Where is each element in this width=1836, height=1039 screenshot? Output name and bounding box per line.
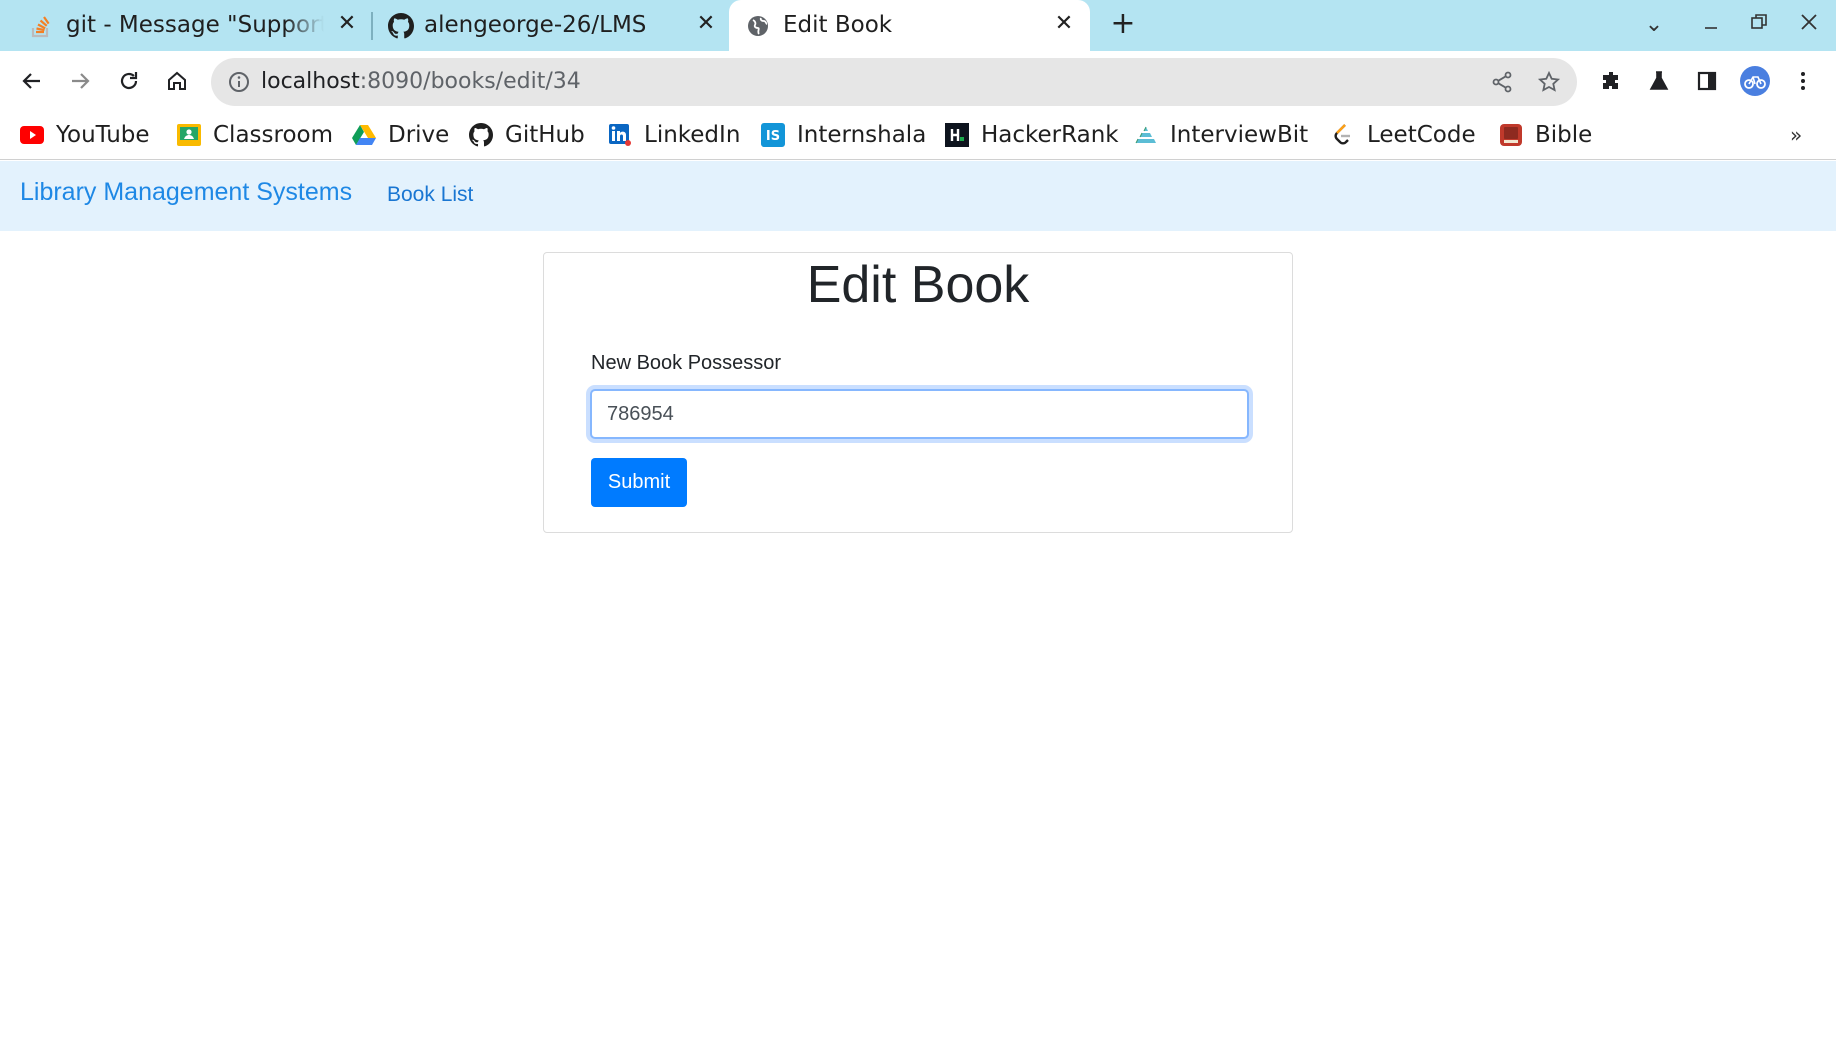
bookmark-leetcode[interactable]: LeetCode — [1331, 118, 1476, 152]
side-panel-icon[interactable] — [1690, 64, 1724, 98]
profile-avatar-icon[interactable] — [1738, 64, 1772, 98]
linkedin-icon — [608, 123, 632, 147]
bookmark-bible[interactable]: Bible — [1499, 118, 1592, 152]
address-bar[interactable]: localhost:8090/books/edit/34 — [211, 58, 1577, 106]
possessor-label: New Book Possessor — [591, 352, 782, 374]
app-navbar: Library Management Systems Book List — [0, 161, 1836, 231]
navbar-brand[interactable]: Library Management Systems — [20, 178, 352, 207]
bookmark-label: Drive — [388, 122, 450, 148]
bookmark-hackerrank[interactable]: HackerRank — [945, 118, 1119, 152]
tab-github-lms[interactable]: alengeorge-26/LMS ✕ — [372, 0, 728, 51]
tab-title: git - Message "Support f — [66, 12, 324, 38]
interviewbit-icon — [1134, 123, 1158, 147]
leetcode-icon — [1331, 123, 1355, 147]
bookmark-github[interactable]: GitHub — [469, 118, 585, 152]
bookmark-label: LeetCode — [1367, 122, 1476, 148]
bookmark-label: LinkedIn — [644, 122, 741, 148]
close-icon[interactable]: ✕ — [335, 12, 359, 36]
github-icon — [388, 13, 414, 39]
site-info-icon[interactable] — [227, 70, 251, 94]
bookmark-internshala[interactable]: IS Internshala — [761, 118, 926, 152]
forward-icon[interactable] — [63, 64, 97, 98]
bookmark-star-icon[interactable] — [1537, 70, 1563, 96]
bookmark-label: YouTube — [56, 122, 150, 148]
nav-link-book-list[interactable]: Book List — [387, 183, 473, 207]
classroom-icon — [177, 123, 201, 147]
url-text: localhost:8090/books/edit/34 — [261, 69, 581, 94]
url-host: localhost — [261, 69, 360, 94]
menu-kebab-icon[interactable] — [1786, 64, 1820, 98]
bookmarks-bar: YouTube Classroom Drive GitHub LinkedIn … — [0, 111, 1836, 160]
svg-text:IS: IS — [766, 129, 780, 144]
bookmark-label: InterviewBit — [1170, 122, 1309, 148]
bookmark-label: Internshala — [797, 122, 927, 148]
tab-title: Edit Book — [783, 12, 893, 38]
github-icon — [469, 123, 493, 147]
tab-strip: git - Message "Support f ✕ alengeorge-26… — [0, 0, 1836, 51]
reload-icon[interactable] — [112, 64, 146, 98]
labs-icon[interactable] — [1642, 64, 1676, 98]
bible-icon — [1499, 123, 1523, 147]
bookmark-label: HackerRank — [981, 122, 1119, 148]
bookmark-drive[interactable]: Drive — [352, 118, 449, 152]
internshala-icon: IS — [761, 123, 785, 147]
youtube-icon — [20, 123, 44, 147]
globe-icon — [745, 13, 771, 39]
more-bookmarks-button[interactable]: » — [1790, 123, 1802, 147]
share-icon[interactable] — [1490, 70, 1516, 96]
edit-book-card: Edit Book New Book Possessor Submit — [543, 252, 1293, 533]
close-icon[interactable]: ✕ — [694, 12, 718, 36]
page-title: Edit Book — [806, 256, 1030, 314]
back-icon[interactable] — [15, 64, 49, 98]
bookmark-linkedin[interactable]: LinkedIn — [608, 118, 740, 152]
minimize-icon[interactable] — [1696, 10, 1726, 40]
drive-icon — [352, 123, 376, 147]
close-window-icon[interactable] — [1794, 10, 1824, 40]
new-tab-button[interactable]: + — [1108, 9, 1138, 40]
home-icon[interactable] — [160, 64, 194, 98]
browser-toolbar: localhost:8090/books/edit/34 — [0, 51, 1836, 111]
bookmark-label: Bible — [1535, 122, 1593, 148]
bookmark-classroom[interactable]: Classroom — [177, 118, 333, 152]
tab-search-icon[interactable]: ⌄ — [1639, 10, 1669, 40]
stackoverflow-icon — [28, 13, 54, 39]
hackerrank-icon — [945, 123, 969, 147]
tab-edit-book[interactable]: Edit Book ✕ — [729, 0, 1090, 51]
close-icon[interactable]: ✕ — [1052, 12, 1076, 36]
extensions-icon[interactable] — [1594, 64, 1628, 98]
submit-button[interactable]: Submit — [591, 458, 687, 507]
possessor-input[interactable] — [590, 389, 1249, 439]
restore-icon[interactable] — [1744, 10, 1774, 40]
bookmark-label: GitHub — [505, 122, 585, 148]
tab-title: alengeorge-26/LMS — [424, 12, 647, 38]
tab-git-message[interactable]: git - Message "Support f ✕ — [0, 0, 364, 51]
bookmark-label: Classroom — [213, 122, 334, 148]
bookmark-youtube[interactable]: YouTube — [20, 118, 150, 152]
bookmark-interviewbit[interactable]: InterviewBit — [1134, 118, 1308, 152]
url-path: :8090/books/edit/34 — [359, 69, 581, 94]
